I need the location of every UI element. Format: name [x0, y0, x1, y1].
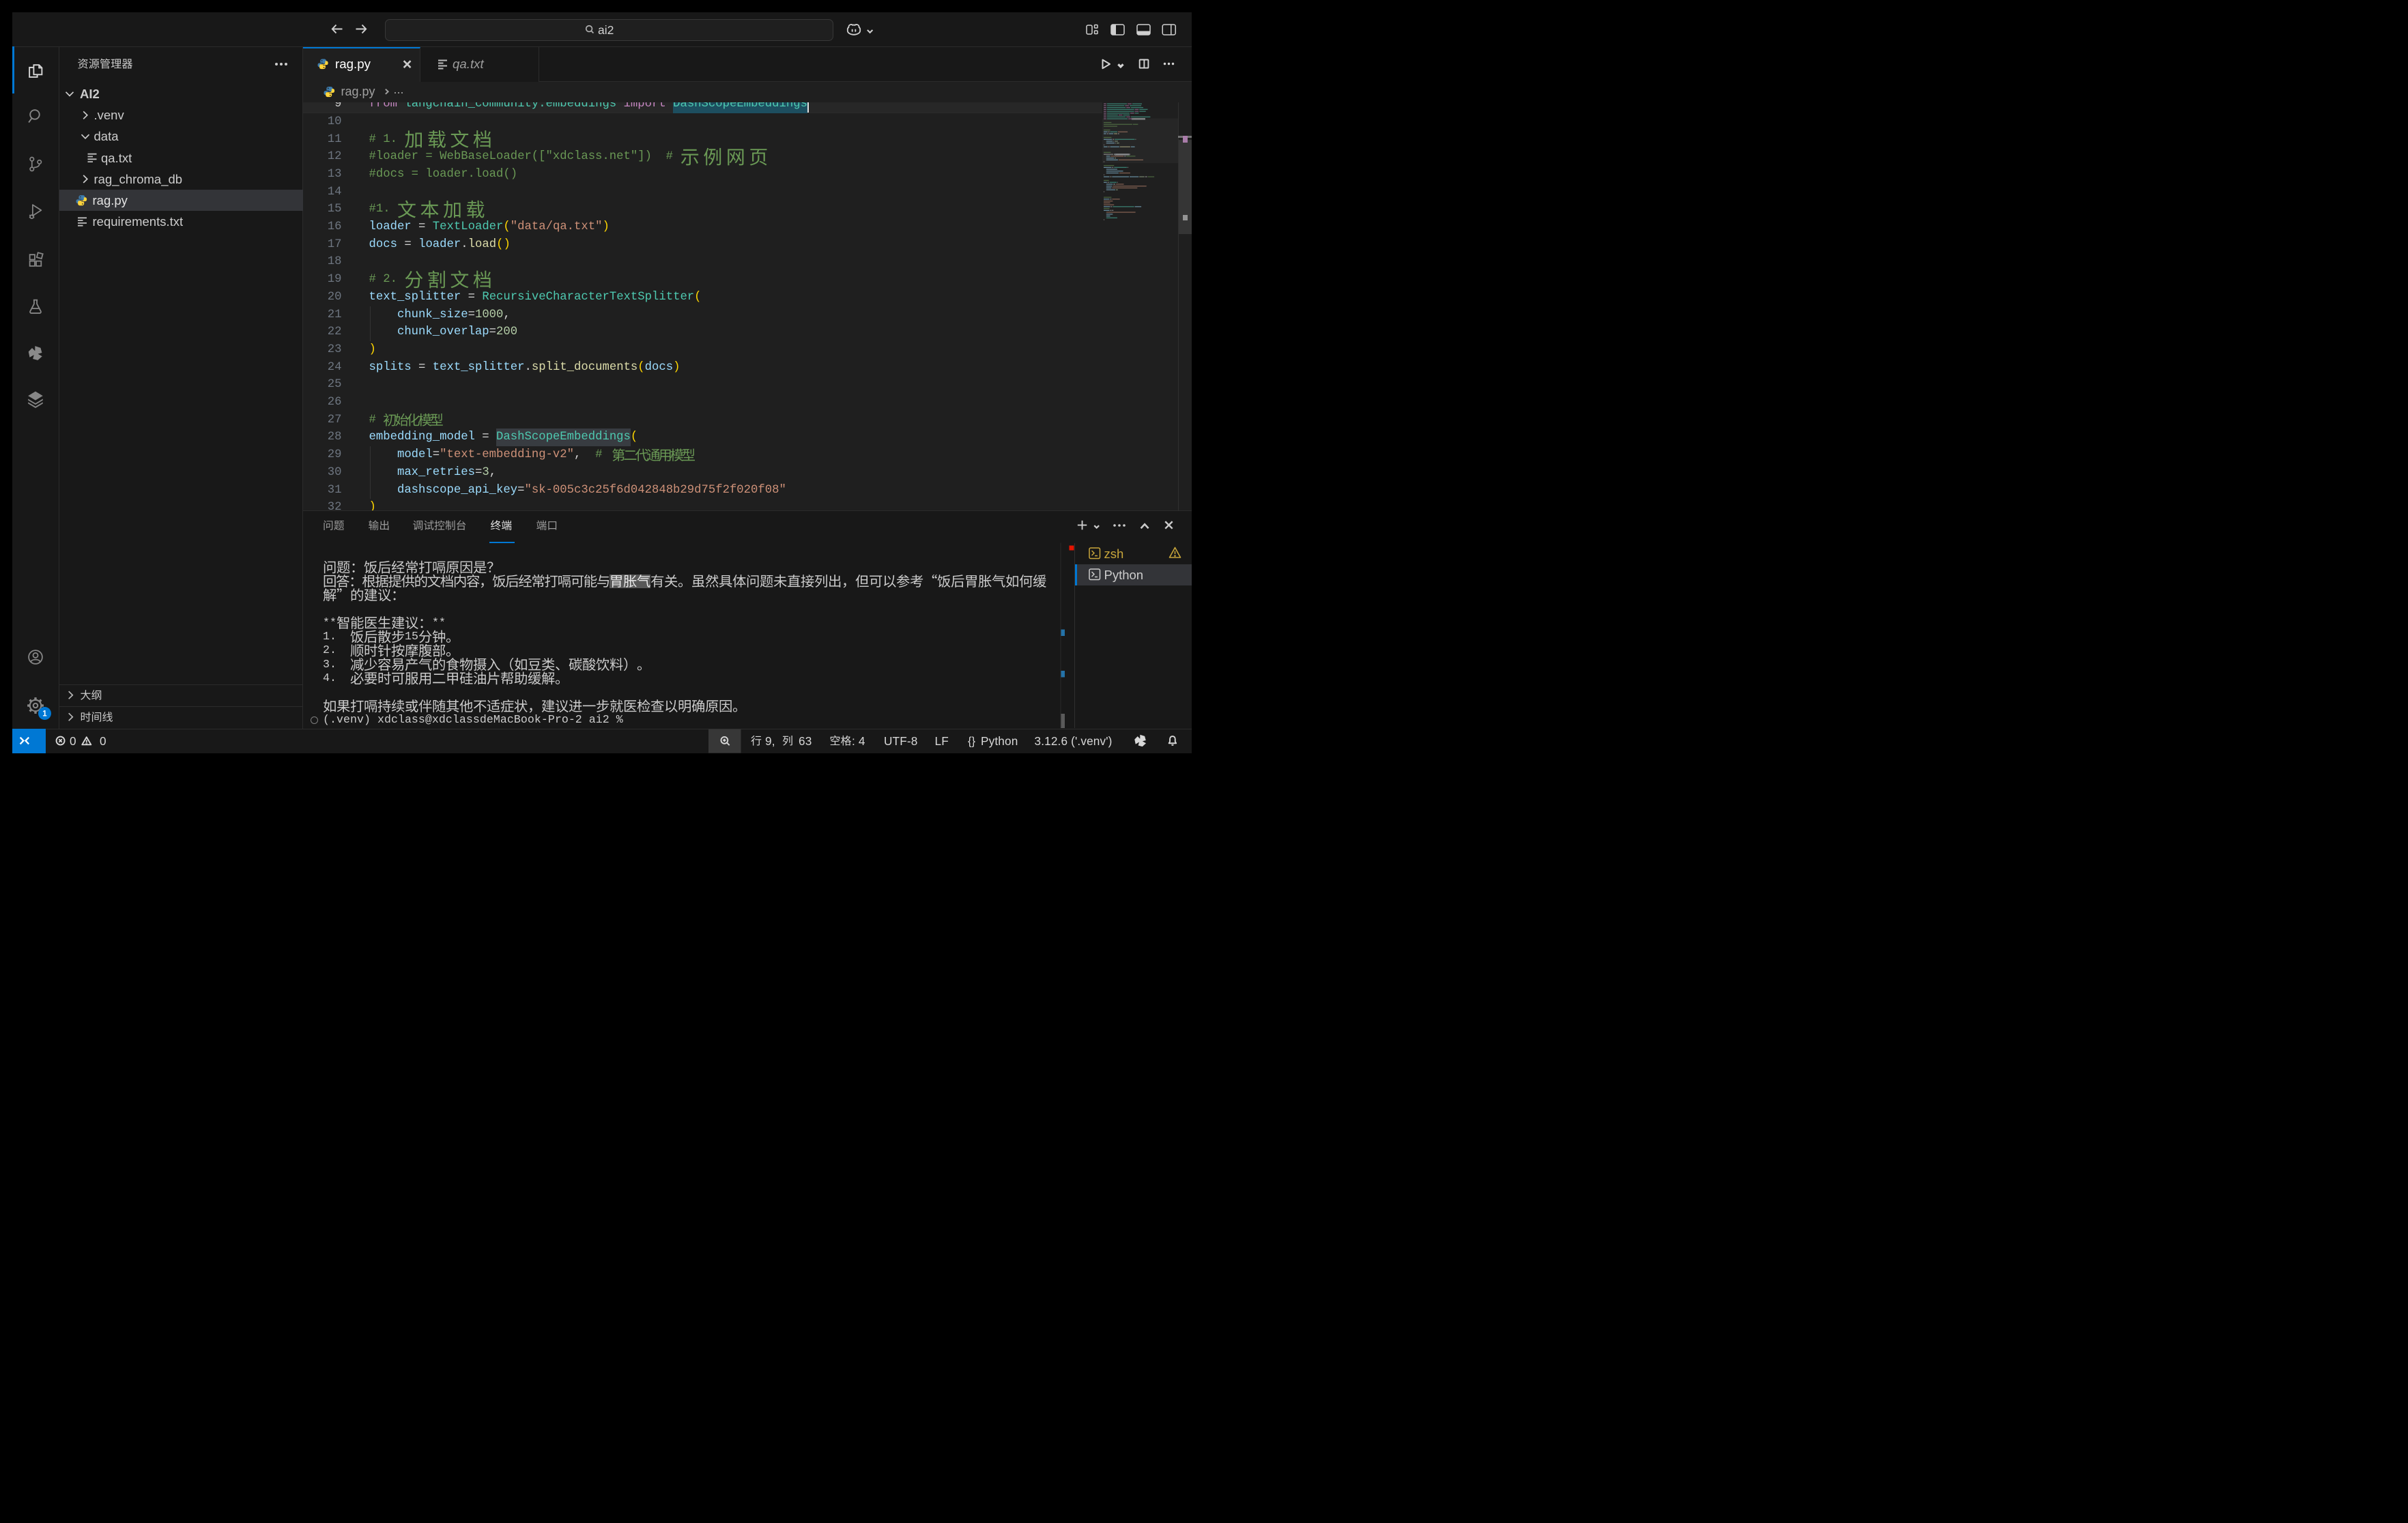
svg-text:1: 1	[42, 710, 47, 719]
svg-text:{}: {}	[968, 736, 976, 748]
